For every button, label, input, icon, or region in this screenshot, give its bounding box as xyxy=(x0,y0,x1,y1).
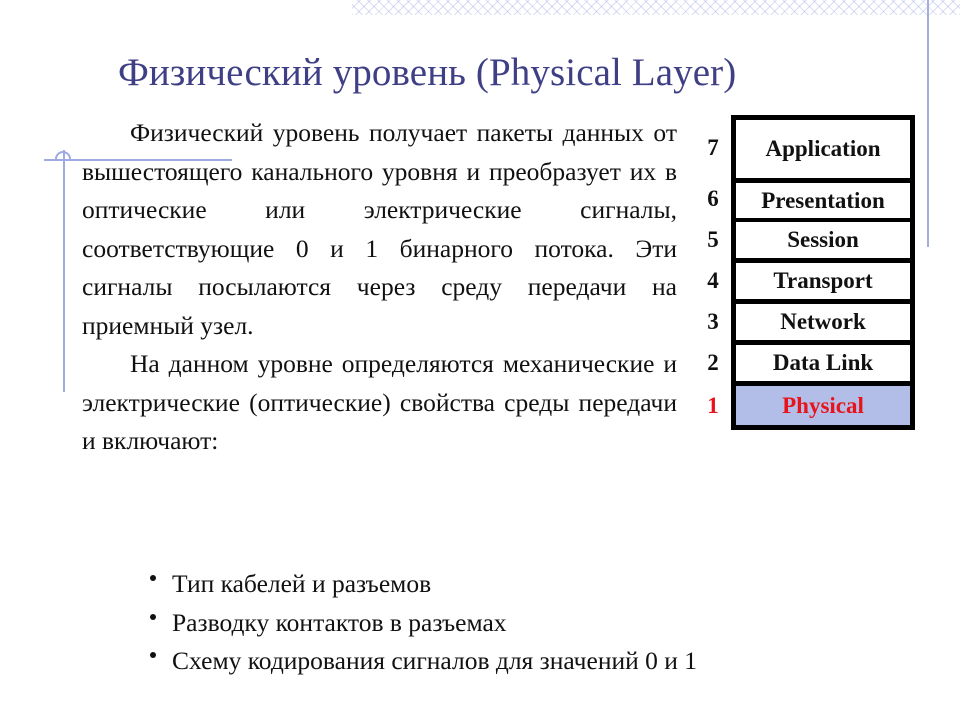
bullet-icon xyxy=(150,613,156,620)
osi-layer-number-4: 4 xyxy=(707,268,719,293)
osi-layer-data-link: Data Link xyxy=(736,345,910,381)
bullet-icon xyxy=(150,575,156,581)
bullet-item: Разводку контактов в разъемах xyxy=(146,604,697,643)
properties-bullet-list: Тип кабелей и разъемов Разводку контакто… xyxy=(146,565,697,681)
bullet-item: Тип кабелей и разъемов xyxy=(146,565,697,604)
header-pattern-band xyxy=(352,0,960,15)
bullet-icon xyxy=(150,652,156,658)
osi-layer-stack: Application Presentation Session Transpo… xyxy=(731,115,915,430)
osi-layer-transport: Transport xyxy=(736,263,910,299)
bullet-item: Схему кодирования сигналов для значений … xyxy=(146,642,697,681)
paragraph-2: На данном уровне определяются механическ… xyxy=(82,349,677,455)
slide-title: Физический уровень (Physical Layer) xyxy=(118,51,737,94)
osi-layer-application: Application xyxy=(736,120,910,178)
osi-layer-session: Session xyxy=(736,222,910,258)
osi-layer-number-2: 2 xyxy=(707,350,719,375)
osi-layer-number-6: 6 xyxy=(707,186,719,211)
decorative-vertical-line-right xyxy=(927,0,929,247)
bullet-text: Тип кабелей и разъемов xyxy=(172,569,432,598)
osi-layer-physical: Physical xyxy=(736,386,910,425)
osi-layer-number-3: 3 xyxy=(707,309,719,334)
osi-layer-number-1: 1 xyxy=(707,393,719,418)
bullet-text: Разводку контактов в разъемах xyxy=(172,607,507,637)
osi-layer-presentation: Presentation xyxy=(736,183,910,218)
bullet-text: Схему кодирования сигналов для значений … xyxy=(172,646,698,675)
body-text: Физический уровень получает пакеты данны… xyxy=(82,114,677,461)
osi-layer-number-7: 7 xyxy=(707,135,719,160)
osi-layer-number-5: 5 xyxy=(707,227,719,252)
paragraph-1: Физический уровень получает пакеты данны… xyxy=(82,118,677,340)
osi-layer-network: Network xyxy=(736,304,910,340)
decorative-vertical-line-left xyxy=(63,150,65,392)
